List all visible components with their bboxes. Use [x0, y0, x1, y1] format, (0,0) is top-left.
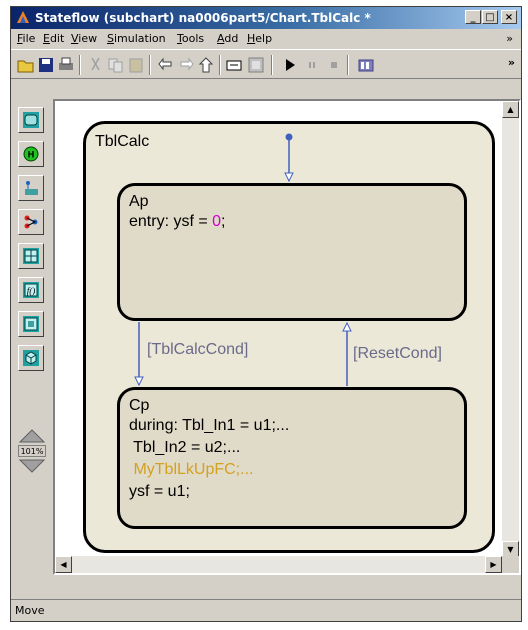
- scroll-up-icon[interactable]: ▲: [502, 101, 519, 118]
- scroll-right-icon[interactable]: ▶: [485, 556, 502, 573]
- transitions-layer: [134, 133, 352, 387]
- default-transition[interactable]: [284, 133, 294, 183]
- transition-label-resetcond[interactable]: [ResetCond]: [353, 345, 442, 363]
- forward-icon[interactable]: [177, 56, 195, 74]
- cut-icon[interactable]: [87, 56, 105, 74]
- library-icon[interactable]: [357, 56, 375, 74]
- zoom-in-icon[interactable]: [19, 429, 45, 443]
- copy-icon[interactable]: [107, 56, 125, 74]
- back-icon[interactable]: [157, 56, 175, 74]
- history-junction-icon: H: [23, 146, 39, 162]
- open-icon[interactable]: [17, 56, 35, 74]
- title-bar[interactable]: Stateflow (subchart) na0006part5/Chart.T…: [11, 7, 521, 29]
- transition-ap-to-cp[interactable]: [134, 322, 144, 387]
- vertical-scrollbar[interactable]: ▲ ▼: [502, 101, 519, 558]
- default-transition-icon: [25, 181, 38, 195]
- svg-text:f(): f(): [27, 286, 36, 296]
- minimize-button[interactable]: _: [465, 10, 481, 24]
- play-icon[interactable]: [281, 56, 299, 74]
- toolbar-separator: [79, 55, 81, 75]
- horizontal-scrollbar[interactable]: ◀ ▶: [55, 556, 502, 573]
- stateflow-app-icon: [17, 11, 29, 23]
- embedded-function-icon: [23, 316, 39, 332]
- function-tool-button[interactable]: f(): [18, 277, 44, 303]
- box-tool-button[interactable]: [18, 345, 44, 371]
- toolbar-separator: [271, 55, 273, 75]
- paste-icon[interactable]: [127, 56, 145, 74]
- menu-edit[interactable]: Edit: [43, 32, 64, 45]
- zoom-level: 101%: [18, 445, 46, 457]
- window-title: Stateflow (subchart) na0006part5/Chart.T…: [35, 11, 371, 25]
- truth-table-tool-button[interactable]: [18, 243, 44, 269]
- menu-simulation[interactable]: Simulation: [107, 32, 166, 45]
- toolbar: »: [11, 49, 521, 79]
- embedded-function-tool-button[interactable]: [18, 311, 44, 337]
- print-icon[interactable]: [57, 56, 75, 74]
- status-text: Move: [15, 604, 45, 617]
- connective-junction-icon: [24, 215, 38, 229]
- maximize-button[interactable]: □: [482, 10, 498, 24]
- object-palette: H f() 101%: [15, 99, 49, 567]
- menu-overflow-icon[interactable]: »: [506, 32, 513, 45]
- state-tool-button[interactable]: [18, 107, 44, 133]
- menu-help[interactable]: Help: [247, 32, 272, 45]
- scroll-left-icon[interactable]: ◀: [55, 556, 72, 573]
- truth-table-icon: [23, 248, 39, 264]
- stateflow-window: Stateflow (subchart) na0006part5/Chart.T…: [10, 6, 522, 622]
- toolbar-separator: [347, 55, 349, 75]
- stop-icon[interactable]: [325, 56, 343, 74]
- menu-tools[interactable]: Tools: [177, 32, 204, 45]
- save-icon[interactable]: [37, 56, 55, 74]
- box-icon: [23, 350, 39, 366]
- chart-canvas[interactable]: TblCalc Ap entry: ysf = 0; Cp during: Tb…: [55, 101, 502, 558]
- toolbar-overflow-icon[interactable]: »: [508, 56, 515, 69]
- menu-view[interactable]: View: [71, 32, 97, 45]
- scroll-corner: [502, 556, 519, 573]
- status-bar: Move: [11, 599, 521, 622]
- transition-label-tblcalccond[interactable]: [TblCalcCond]: [147, 341, 248, 359]
- connective-junction-tool-button[interactable]: [18, 209, 44, 235]
- undo-icon[interactable]: [225, 56, 243, 74]
- zoom-control: 101%: [15, 429, 49, 477]
- zoom-out-icon[interactable]: [19, 459, 45, 473]
- history-junction-tool-button[interactable]: H: [18, 141, 44, 167]
- menu-bar: File Edit View Simulation Tools Add Help…: [11, 29, 521, 48]
- close-button[interactable]: ×: [501, 10, 517, 24]
- menu-file[interactable]: File: [17, 32, 35, 45]
- function-icon: f(): [23, 282, 39, 298]
- toolbar-separator: [149, 55, 151, 75]
- pause-icon[interactable]: [303, 56, 321, 74]
- state-tool-icon: [23, 112, 39, 128]
- toolbar-separator: [219, 55, 221, 75]
- default-transition-tool-button[interactable]: [18, 175, 44, 201]
- explorer-icon[interactable]: [247, 56, 265, 74]
- chart-canvas-frame: TblCalc Ap entry: ysf = 0; Cp during: Tb…: [53, 99, 521, 575]
- menu-add[interactable]: Add: [217, 32, 238, 45]
- svg-text:H: H: [28, 150, 35, 160]
- transition-cp-to-ap[interactable]: [342, 321, 352, 386]
- up-icon[interactable]: [197, 56, 215, 74]
